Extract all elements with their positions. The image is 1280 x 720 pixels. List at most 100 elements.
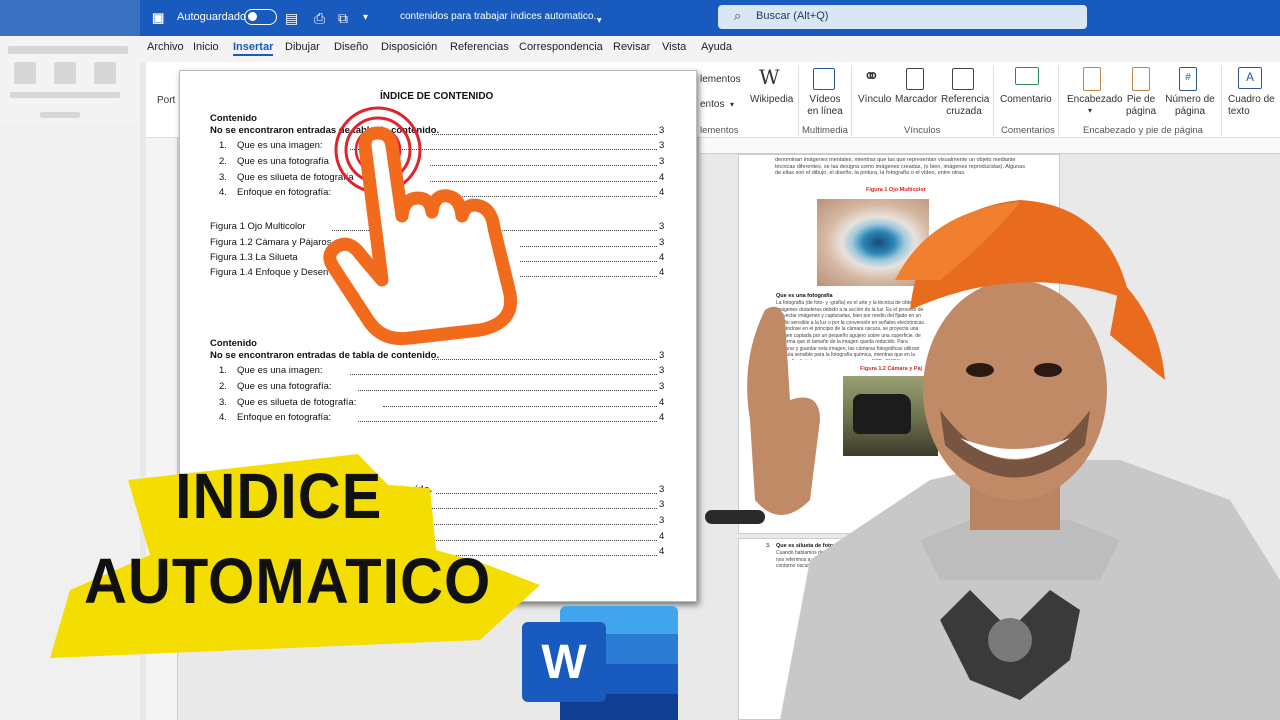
title-bar: ▣ Autoguardado ▤ ⎙ ⧉ ▾ contenidos para t… bbox=[0, 0, 1280, 36]
document-title[interactable]: contenidos para trabajar indices automat… bbox=[400, 11, 602, 22]
background-window-ribbon bbox=[0, 36, 140, 126]
toc-item-num: 3. bbox=[219, 172, 227, 183]
toc-page-num: 3 bbox=[659, 221, 665, 232]
horizontal-ruler bbox=[700, 138, 1280, 154]
toc-page-num: 3 bbox=[659, 140, 665, 151]
toc-dots bbox=[350, 374, 657, 375]
tab-referencias[interactable]: Referencias bbox=[450, 41, 509, 53]
toc-page-num: 4 bbox=[659, 531, 665, 542]
toc-figure[interactable]: Figura 1.2 Cámara y Pájaros bbox=[210, 237, 331, 249]
svg-text:W: W bbox=[541, 636, 587, 689]
cross-reference-icon[interactable] bbox=[952, 68, 974, 90]
word-app-icon: ▣ bbox=[152, 10, 165, 25]
tab-ayuda[interactable]: Ayuda bbox=[701, 41, 732, 53]
toc-item[interactable]: Que es una fotografía bbox=[237, 156, 329, 168]
encabezado-chevron-icon[interactable]: ▾ bbox=[1088, 105, 1092, 117]
ribbon-elementos-label[interactable]: lementos bbox=[700, 74, 741, 86]
toc-page-num: 3 bbox=[659, 125, 665, 136]
hand-pointer-icon bbox=[323, 106, 518, 346]
save-icon[interactable]: ▤ bbox=[285, 9, 298, 27]
search-placeholder: Buscar (Alt+Q) bbox=[756, 10, 829, 22]
wikipedia-button[interactable]: Wikipedia bbox=[750, 94, 793, 106]
tab-diseno[interactable]: Diseño bbox=[334, 41, 368, 53]
tab-dibujar[interactable]: Dibujar bbox=[285, 41, 320, 53]
quick-access-icon[interactable]: ⧉ bbox=[338, 9, 348, 27]
tab-vista[interactable]: Vista bbox=[662, 41, 686, 53]
toc-dots bbox=[383, 406, 657, 407]
screenshot-stage: ▣ Autoguardado ▤ ⎙ ⧉ ▾ contenidos para t… bbox=[0, 0, 1280, 720]
toc-page-num: 3 bbox=[659, 350, 665, 361]
ribbon-elementos2-label[interactable]: entos bbox=[700, 99, 724, 111]
ribbon-elementos-chevron-icon[interactable]: ▾ bbox=[730, 99, 734, 111]
toc-item[interactable]: Que es una imagen: bbox=[237, 365, 323, 377]
marcador-button[interactable]: Marcador bbox=[895, 94, 937, 106]
banner-line-1: INDICE bbox=[175, 460, 383, 532]
tab-insertar[interactable]: Insertar bbox=[233, 41, 274, 56]
title-chevron-icon[interactable]: ▾ bbox=[597, 11, 602, 29]
toc-item[interactable]: Enfoque en fotografía: bbox=[237, 412, 331, 424]
toc-dots bbox=[358, 390, 657, 391]
toc-item-num: 4. bbox=[219, 412, 227, 423]
autosave-toggle[interactable] bbox=[244, 9, 277, 25]
vinculo-button[interactable]: Vínculo bbox=[858, 94, 891, 106]
pie-button[interactable]: Pie de página bbox=[1125, 94, 1157, 118]
toc-page-num: 3 bbox=[659, 484, 665, 495]
toc-page-num: 3 bbox=[659, 365, 665, 376]
toc-page-num: 3 bbox=[659, 381, 665, 392]
ribbon-group-vinculos: Vínculos bbox=[904, 125, 941, 136]
encabezado-button[interactable]: Encabezado bbox=[1067, 94, 1123, 106]
referencia-button[interactable]: Referencia cruzada bbox=[941, 94, 989, 118]
toc-page-num: 3 bbox=[659, 515, 665, 526]
ribbon-group-elementos: lementos bbox=[700, 125, 739, 136]
ribbon-group-encabezado: Encabezado y pie de página bbox=[1083, 125, 1203, 136]
header-icon[interactable] bbox=[1083, 67, 1101, 91]
toc-noentries-2: No se encontraron entradas de tabla de c… bbox=[210, 350, 440, 361]
ribbon-separator bbox=[1058, 66, 1059, 136]
textbox-icon[interactable]: A bbox=[1238, 67, 1262, 89]
comment-icon[interactable] bbox=[1015, 67, 1039, 85]
word-logo-icon: W bbox=[522, 606, 678, 720]
tab-revisar[interactable]: Revisar bbox=[613, 41, 650, 53]
wikipedia-icon[interactable]: W bbox=[759, 66, 780, 88]
page-number-icon[interactable]: # bbox=[1179, 67, 1197, 91]
ribbon-port-label[interactable]: Port bbox=[157, 95, 175, 107]
bookmark-icon[interactable] bbox=[906, 68, 924, 90]
presenter-photo bbox=[705, 200, 1280, 720]
toc-page-num: 3 bbox=[659, 237, 665, 248]
toc-item[interactable]: Que es una imagen: bbox=[237, 140, 323, 152]
toc-page-num: 4 bbox=[659, 546, 665, 557]
banner-line-2: AUTOMATICO bbox=[84, 545, 492, 617]
toc-dots bbox=[520, 276, 657, 277]
toc-dots bbox=[358, 421, 657, 422]
toc-figure[interactable]: Figura 1.4 Enfoque y Desen bbox=[210, 267, 328, 279]
footer-icon[interactable] bbox=[1132, 67, 1150, 91]
toc-page-num: 4 bbox=[659, 397, 665, 408]
ribbon-separator bbox=[798, 66, 799, 136]
tab-archivo[interactable]: Archivo bbox=[147, 41, 184, 53]
toc-figure[interactable]: Figura 1 Ojo Multicolor bbox=[210, 221, 306, 233]
toc-item[interactable]: Que es una fotografía: bbox=[237, 381, 332, 393]
toc-figure[interactable]: Figura 1.3 La Silueta bbox=[210, 252, 298, 264]
tab-disposicion[interactable]: Disposición bbox=[381, 41, 437, 53]
tab-inicio[interactable]: Inicio bbox=[193, 41, 219, 53]
numero-button[interactable]: Número de página bbox=[1164, 94, 1216, 118]
toc-page-num: 4 bbox=[659, 412, 665, 423]
toc-page-num: 4 bbox=[659, 252, 665, 263]
toc-heading-2: Contenido bbox=[210, 338, 257, 349]
link-icon[interactable]: ⚭ bbox=[863, 66, 880, 88]
ribbon-separator bbox=[1221, 66, 1222, 136]
toc-item-num: 3. bbox=[219, 397, 227, 408]
tab-correspondencia[interactable]: Correspondencia bbox=[519, 41, 603, 53]
toc-heading-1: Contenido bbox=[210, 113, 257, 124]
print-preview-icon[interactable]: ⎙ bbox=[314, 9, 325, 27]
ribbon-group-comentarios: Comentarios bbox=[1001, 125, 1055, 136]
videos-button[interactable]: Vídeos en línea bbox=[806, 94, 844, 118]
search-box[interactable]: ⌕ Buscar (Alt+Q) bbox=[718, 5, 1087, 29]
chevron-down-icon[interactable]: ▾ bbox=[363, 9, 368, 27]
video-icon[interactable] bbox=[813, 68, 835, 90]
comentario-button[interactable]: Comentario bbox=[1000, 94, 1052, 106]
toc-item[interactable]: Que es silueta de fotografía: bbox=[237, 397, 356, 409]
toc-dots bbox=[520, 261, 657, 262]
toc-item[interactable]: Enfoque en fotografía: bbox=[237, 187, 331, 199]
cuadro-button[interactable]: Cuadro de texto bbox=[1228, 94, 1278, 118]
